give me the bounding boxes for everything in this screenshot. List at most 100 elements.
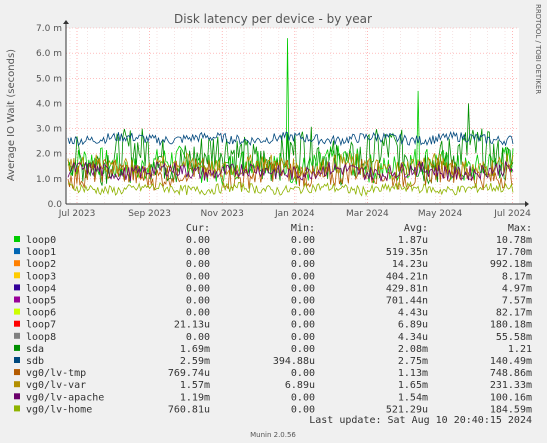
legend-series-name: loop6 bbox=[26, 308, 56, 319]
legend-min-value: 0.00 bbox=[291, 271, 315, 282]
y-axis-arrow bbox=[63, 20, 69, 24]
y-tick-label: 5.0 m bbox=[36, 74, 62, 84]
legend-cur-value: 0.00 bbox=[186, 247, 210, 258]
legend-swatch bbox=[14, 260, 20, 267]
legend-swatch bbox=[14, 369, 20, 376]
legend-series-name: vg0/lv-tmp bbox=[26, 368, 86, 379]
legend-series-name: loop8 bbox=[26, 332, 56, 343]
legend-min-value: 0.00 bbox=[291, 392, 315, 403]
y-axis-label: Average IO Wait (seconds) bbox=[6, 49, 17, 181]
x-tick-label: Sep 2023 bbox=[128, 209, 171, 219]
x-tick-label: Mar 2024 bbox=[346, 209, 389, 219]
legend-max-value: 184.59m bbox=[490, 404, 532, 415]
legend-min-value: 0.00 bbox=[291, 259, 315, 270]
legend-avg-value: 1.13m bbox=[398, 368, 428, 379]
legend-min-value: 0.00 bbox=[291, 344, 315, 355]
legend-min-value: 0.00 bbox=[291, 320, 315, 331]
legend-min-value: 0.00 bbox=[291, 332, 315, 343]
legend-swatch bbox=[14, 272, 20, 279]
legend-max-value: 100.16m bbox=[490, 392, 532, 403]
legend-swatch bbox=[14, 320, 20, 327]
legend-swatch bbox=[14, 248, 20, 255]
legend-avg-value: 1.87u bbox=[398, 235, 428, 246]
legend-swatch bbox=[14, 296, 20, 303]
legend-min-value: 0.00 bbox=[291, 283, 315, 294]
legend-series-name: sdb bbox=[26, 356, 44, 367]
legend-min-value: 0.00 bbox=[291, 296, 315, 307]
legend-swatch bbox=[14, 236, 20, 242]
x-axis-arrow bbox=[525, 201, 529, 207]
x-tick-label: Jan 2024 bbox=[274, 209, 315, 219]
legend-cur-value: 1.57m bbox=[180, 380, 210, 391]
legend-column-header: Avg: bbox=[404, 223, 428, 234]
legend-avg-value: 4.34u bbox=[398, 332, 428, 343]
legend-avg-value: 1.65m bbox=[398, 380, 428, 391]
legend-max-value: 7.57m bbox=[502, 296, 532, 307]
legend-series-name: loop2 bbox=[26, 259, 56, 270]
legend-max-value: 8.17m bbox=[502, 271, 532, 282]
legend-max-value: 82.17m bbox=[496, 308, 532, 319]
legend-min-value: 0.00 bbox=[291, 247, 315, 258]
legend-min-value: 0.00 bbox=[291, 235, 315, 246]
legend-series-name: loop0 bbox=[26, 235, 56, 246]
legend-max-value: 17.70m bbox=[496, 247, 532, 258]
legend-cur-value: 769.74u bbox=[168, 368, 210, 379]
legend-cur-value: 760.81u bbox=[168, 404, 210, 415]
legend-swatch bbox=[14, 405, 20, 412]
latency-chart: Disk latency per device - by year Averag… bbox=[6, 4, 542, 439]
legend-series-name: loop4 bbox=[26, 283, 56, 294]
legend-cur-value: 21.13u bbox=[174, 320, 210, 331]
legend-max-value: 180.18m bbox=[490, 320, 532, 331]
legend-min-value: 0.00 bbox=[291, 368, 315, 379]
legend: Cur: Min: Avg: Max:loop0 0.00 0.00 1.87u 10.78m… bbox=[14, 223, 532, 415]
legend-max-value: 992.18m bbox=[490, 259, 532, 270]
legend-swatch bbox=[14, 357, 20, 363]
legend-column-header: Cur: bbox=[186, 223, 210, 234]
legend-cur-value: 0.00 bbox=[186, 283, 210, 294]
y-tick-label: 7.0 m bbox=[36, 24, 62, 34]
legend-series-name: loop7 bbox=[26, 320, 56, 331]
y-tick-label: 6.0 m bbox=[36, 49, 62, 59]
legend-max-value: 55.58m bbox=[496, 332, 532, 343]
legend-column-header: Min: bbox=[291, 223, 315, 234]
legend-cur-value: 1.19m bbox=[180, 392, 210, 403]
legend-avg-value: 519.35n bbox=[386, 247, 428, 258]
legend-series-name: loop3 bbox=[26, 271, 56, 282]
legend-series-name: loop1 bbox=[26, 247, 56, 258]
legend-avg-value: 1.54m bbox=[398, 392, 428, 403]
legend-swatch bbox=[14, 332, 20, 339]
legend-avg-value: 404.21n bbox=[386, 271, 428, 282]
legend-cur-value: 1.69m bbox=[180, 344, 210, 355]
y-tick-label: 1.0 m bbox=[36, 175, 62, 185]
legend-max-value: 1.21 bbox=[508, 344, 532, 355]
rrdtool-credit: RRDTOOL / TOBI OETIKER bbox=[534, 4, 542, 94]
legend-max-value: 748.86m bbox=[490, 368, 532, 379]
legend-avg-value: 701.44n bbox=[386, 296, 428, 307]
y-tick-label: 4.0 m bbox=[36, 99, 62, 109]
legend-cur-value: 0.00 bbox=[186, 308, 210, 319]
legend-series-name: vg0/lv-var bbox=[26, 380, 86, 391]
legend-series-name: sda bbox=[26, 344, 44, 355]
legend-series-name: vg0/lv-home bbox=[26, 404, 92, 415]
legend-max-value: 4.97m bbox=[502, 283, 532, 294]
y-tick-label: 3.0 m bbox=[36, 125, 62, 135]
legend-series-name: loop5 bbox=[26, 296, 56, 307]
x-tick-label: Jul 2023 bbox=[58, 209, 96, 219]
last-update: Last update: Sat Aug 10 20:40:15 2024 bbox=[309, 415, 532, 426]
legend-max-value: 231.33m bbox=[490, 380, 532, 391]
legend-cur-value: 2.59m bbox=[180, 356, 210, 367]
legend-min-value: 0.00 bbox=[291, 404, 315, 415]
legend-avg-value: 6.89u bbox=[398, 320, 428, 331]
legend-max-value: 10.78m bbox=[496, 235, 532, 246]
legend-swatch bbox=[14, 308, 20, 315]
legend-avg-value: 2.08m bbox=[398, 344, 428, 355]
legend-avg-value: 429.81n bbox=[386, 283, 428, 294]
legend-cur-value: 0.00 bbox=[186, 271, 210, 282]
legend-swatch bbox=[14, 344, 20, 351]
y-tick-label: 2.0 m bbox=[36, 150, 62, 160]
x-tick-label: May 2024 bbox=[418, 209, 463, 219]
x-tick-label: Nov 2023 bbox=[201, 209, 244, 219]
chart-title: Disk latency per device - by year bbox=[174, 12, 372, 26]
legend-cur-value: 0.00 bbox=[186, 332, 210, 343]
legend-swatch bbox=[14, 284, 20, 291]
